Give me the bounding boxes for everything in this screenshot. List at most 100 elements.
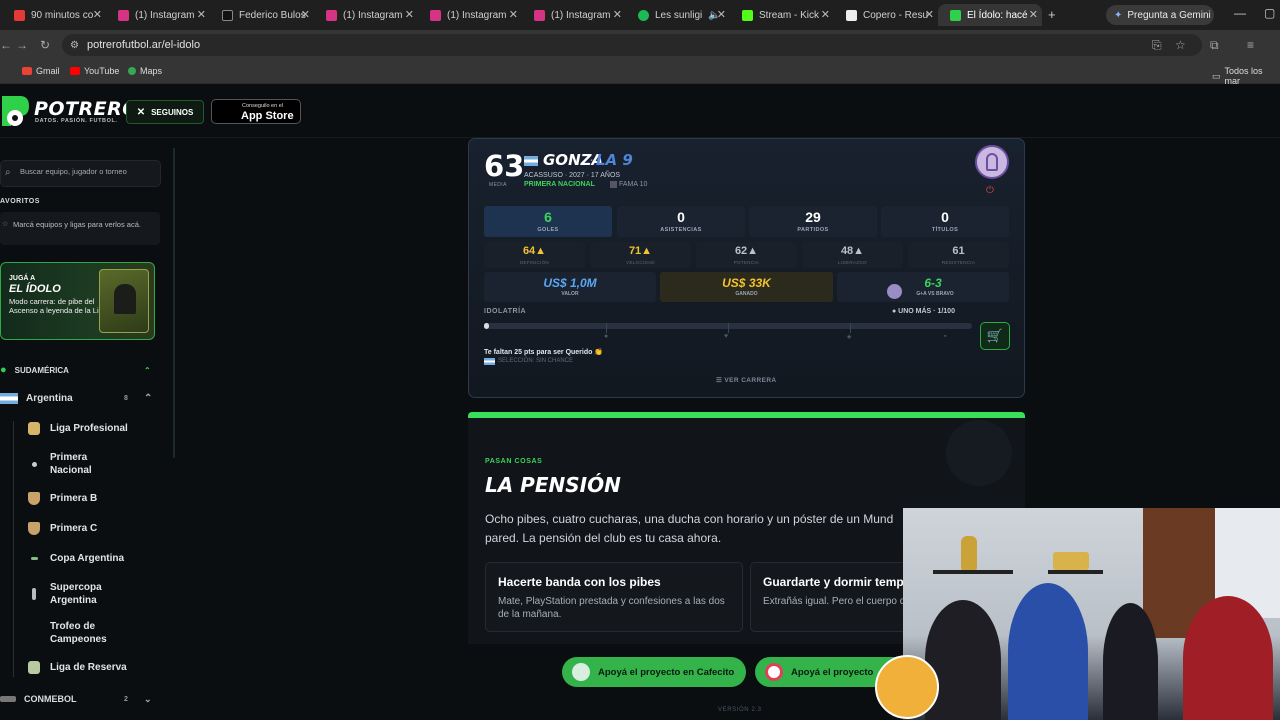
minimize-button[interactable]: —	[1234, 6, 1246, 20]
heart-icon: ♥	[724, 333, 729, 340]
cart-icon: 🛒	[986, 328, 1004, 343]
browser-tab[interactable]: (1) Instagram ✕	[106, 4, 210, 26]
sidebar-item-liga-profesional[interactable]: Liga Profesional	[28, 421, 160, 435]
maps-icon	[128, 67, 136, 75]
bookmark-maps[interactable]: Maps	[128, 66, 162, 76]
site-info-icon[interactable]: ⚙	[70, 40, 79, 51]
potrero-logo-icon[interactable]	[0, 94, 30, 128]
browser-tab[interactable]: Les sunligi 🔈 ✕	[626, 4, 730, 26]
forward-icon[interactable]: →	[16, 38, 28, 52]
close-tab-icon[interactable]: ✕	[821, 8, 830, 21]
browser-tab[interactable]: (1) Instagram ✕	[314, 4, 418, 26]
close-tab-icon[interactable]: ✕	[925, 8, 934, 21]
close-tab-icon[interactable]: ✕	[197, 8, 206, 21]
close-tab-icon[interactable]: ✕	[717, 8, 726, 21]
milestone-marker	[728, 323, 729, 333]
x-logo-icon: ✕	[136, 106, 146, 118]
name-separator: ·	[589, 151, 594, 168]
club-badge-icon[interactable]	[975, 145, 1009, 179]
install-icon[interactable]: ⎘	[1152, 38, 1162, 53]
instagram-icon	[118, 9, 129, 21]
bookmark-gmail[interactable]: Gmail	[22, 66, 60, 76]
sidebar-scrollbar[interactable]	[173, 148, 175, 458]
chevron-up-icon[interactable]: ⌃	[144, 393, 152, 404]
url-bar[interactable]: ⚙ potrerofutbol.ar/el-idolo	[62, 34, 1202, 56]
all-bookmarks[interactable]: ▭ Todos los mar	[1212, 66, 1280, 86]
country-argentina[interactable]: Argentina 8 ⌃	[0, 389, 160, 407]
sidebar-item-copa-argentina[interactable]: Copa Argentina	[28, 551, 160, 565]
idolatria-level: ● UNO MÁS · 1/100	[892, 308, 955, 315]
close-tab-icon[interactable]: ✕	[1029, 8, 1038, 21]
bookmark-youtube[interactable]: YouTube	[70, 66, 119, 76]
sparkle-icon: ✦	[1114, 9, 1123, 21]
browser-tab[interactable]: Federico Bulos ✕	[210, 4, 314, 26]
reload-icon[interactable]: ↻	[40, 38, 50, 52]
milestone-icon: ●	[604, 333, 609, 340]
webcam-shelf	[1048, 570, 1103, 574]
instagram-icon	[326, 9, 337, 21]
idolatria-label: IDOLATRÍA	[484, 308, 527, 315]
player-fama: FAMA 10	[619, 181, 648, 188]
back-icon[interactable]: ←	[0, 38, 12, 52]
search-input[interactable]	[20, 167, 158, 176]
search-icon: ⌕	[5, 167, 11, 178]
dot-icon	[32, 461, 37, 467]
trophy-icon	[961, 536, 977, 570]
search-box[interactable]: ⌕	[0, 160, 161, 187]
star-icon: ★	[846, 334, 853, 341]
browser-tab[interactable]: Copero - Resu ✕	[834, 4, 938, 26]
region-sudamerica[interactable]: ● SUDAMÉRICA ⌃	[0, 361, 160, 379]
close-tab-icon[interactable]: ✕	[405, 8, 414, 21]
sidebar-item-liga-reserva[interactable]: Liga de Reserva	[28, 660, 160, 674]
ball-watermark-icon	[946, 420, 1012, 486]
chevron-up-icon[interactable]: ⌃	[144, 366, 151, 375]
close-tab-icon[interactable]: ✕	[301, 8, 310, 21]
browser-tab[interactable]: Stream - Kick ✕	[730, 4, 834, 26]
browser-tab[interactable]: 90 minutos co ✕	[2, 4, 106, 26]
sidebar-item-trofeo-campeones[interactable]: Trofeo de Campeones	[28, 619, 160, 647]
trophy-icon	[32, 588, 36, 600]
ver-carrera-link[interactable]: ☰ VER CARRERA	[716, 376, 777, 384]
chevron-down-icon[interactable]: ⌄	[144, 694, 152, 705]
close-tab-icon[interactable]: ✕	[93, 8, 102, 21]
badge-emblem-icon	[986, 153, 998, 171]
conmebol-icon	[0, 696, 16, 702]
webcam-person	[925, 600, 1001, 720]
story-title: LA PENSIÓN	[485, 473, 621, 497]
browser-tab-bar: 90 minutos co ✕ (1) Instagram ✕ Federico B…	[0, 0, 1280, 30]
close-tab-icon[interactable]: ✕	[509, 8, 518, 21]
sidebar-item-primera-b[interactable]: Primera B	[28, 491, 160, 505]
logo-text[interactable]: POTRERO	[34, 98, 139, 120]
player-silhouette-icon	[114, 284, 136, 314]
choice-hacerte-banda[interactable]: Hacerte banda con los pibes Mate, PlaySta…	[485, 562, 743, 632]
browser-tab-active[interactable]: El Ídolo: hacé ✕	[938, 4, 1042, 26]
sidebar-item-primera-c[interactable]: Primera C	[28, 521, 160, 535]
follow-x-button[interactable]: ✕ SEGUINOS	[126, 100, 204, 124]
player-name: GONZA	[543, 151, 604, 169]
kick-icon	[742, 9, 753, 21]
fama-icon	[610, 181, 617, 188]
maximize-button[interactable]: ▢	[1264, 6, 1275, 20]
logout-icon[interactable]: ⏻	[986, 185, 994, 196]
close-tab-icon[interactable]: ✕	[613, 8, 622, 21]
sidebar-item-primera-nacional[interactable]: Primera Nacional	[28, 450, 160, 478]
cafecito-button[interactable]: Apoyá el proyecto en Cafecito	[562, 657, 746, 687]
milestone-marker	[850, 323, 851, 333]
extensions-icon[interactable]: ⧉	[1210, 38, 1219, 53]
shop-cart-button[interactable]: 🛒	[980, 322, 1010, 350]
gemini-button[interactable]: ✦ Pregunta a Gemini	[1106, 5, 1214, 25]
browser-tab[interactable]: (1) Instagram ✕	[522, 4, 626, 26]
new-tab-button[interactable]: +	[1048, 7, 1056, 22]
url-text[interactable]: potrerofutbol.ar/el-idolo	[87, 39, 200, 51]
sidebar-item-supercopa[interactable]: Supercopa Argentina	[28, 580, 160, 608]
rating-label: MEDIA	[489, 182, 507, 188]
media-icon[interactable]: ≡	[1247, 38, 1254, 52]
el-idolo-promo[interactable]: JUGÁ A EL ÍDOLO Modo carrera: de pibe de…	[0, 262, 155, 340]
last-match-box: 6-3 G+A VS BRAVO	[837, 272, 1009, 302]
browser-tab[interactable]: (1) Instagram ✕	[418, 4, 522, 26]
bookmark-star-icon[interactable]: ☆	[1175, 38, 1186, 52]
story-kicker: PASAN COSAS	[485, 458, 543, 465]
region-conmebol[interactable]: CONMEBOL 2 ⌄	[0, 690, 160, 708]
app-store-button[interactable]: Conseguilo en el App Store	[211, 99, 301, 124]
points-missing-text: Te faltan 25 pts para ser Querido 👏	[484, 349, 604, 356]
